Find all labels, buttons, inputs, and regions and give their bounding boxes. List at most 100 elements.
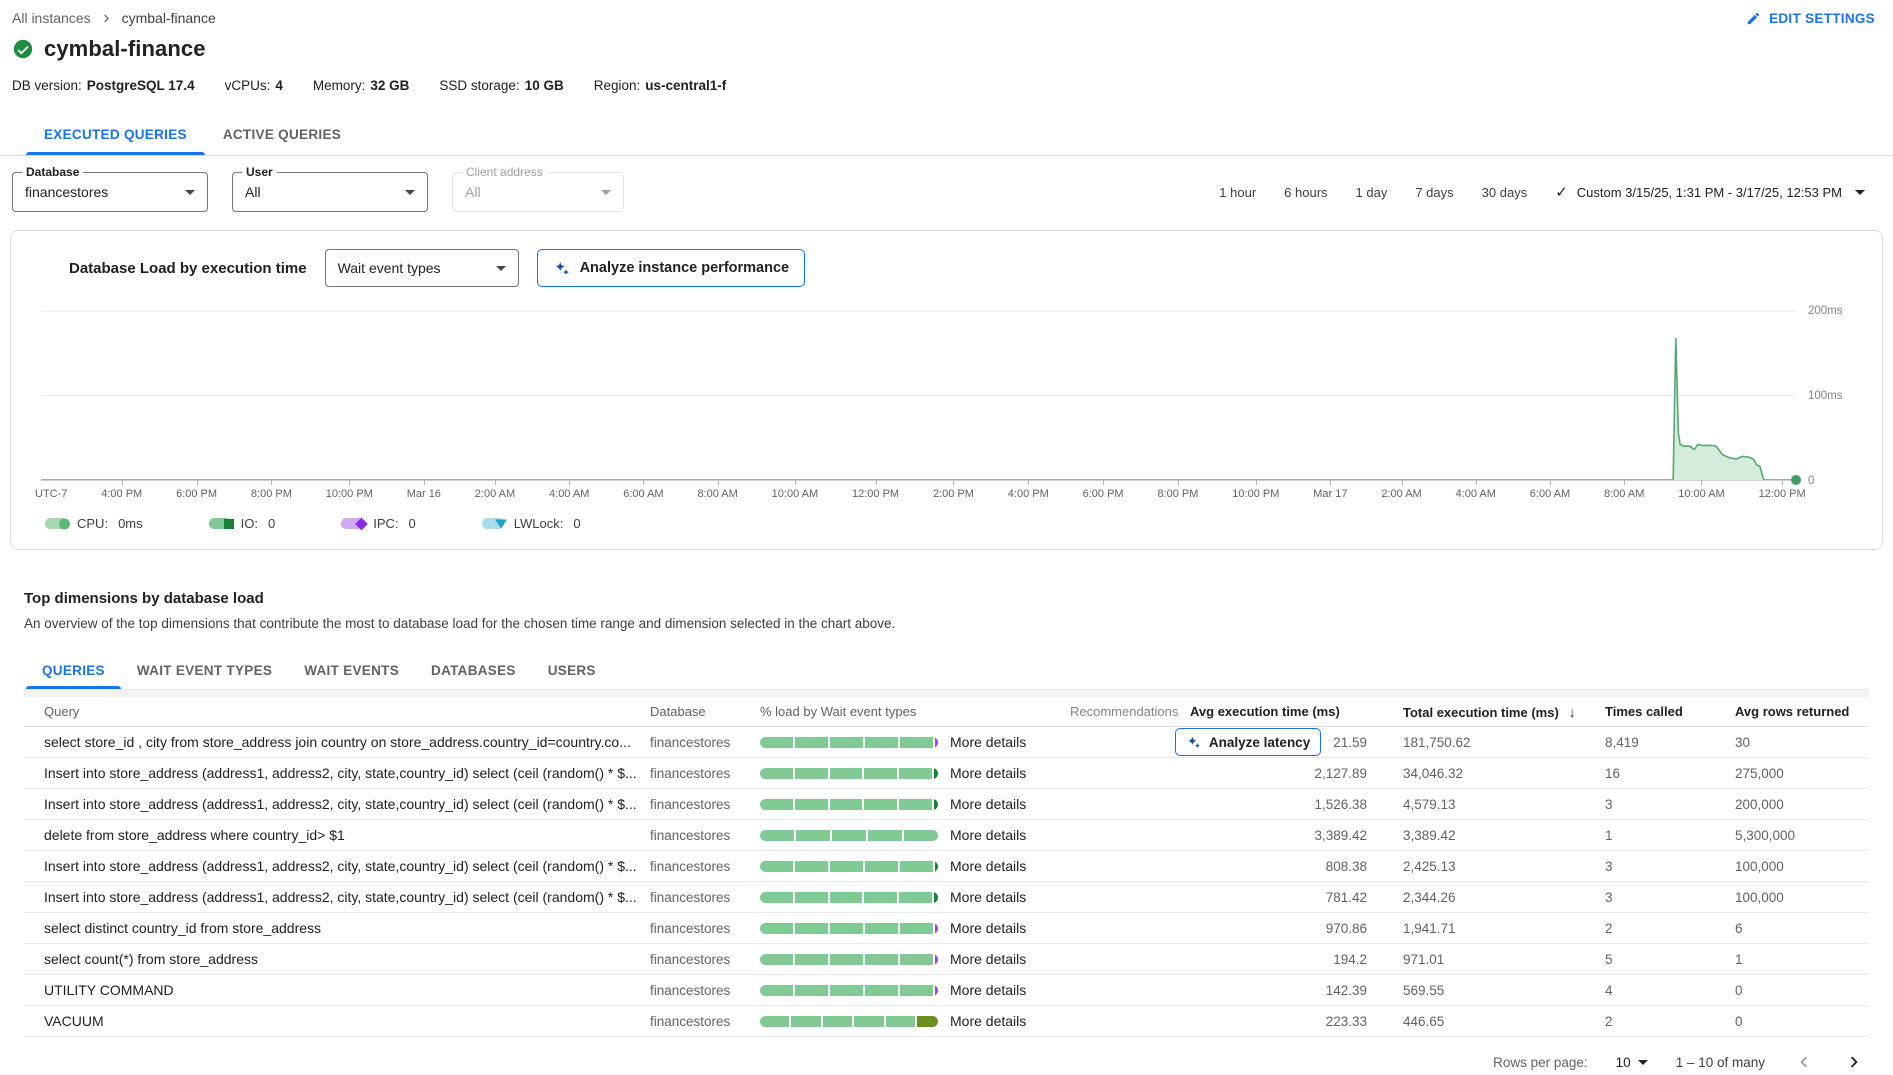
load-bar-end-segment (935, 985, 938, 996)
load-chart-plot[interactable]: 200ms 100ms 0 (41, 301, 1796, 481)
query-cell[interactable]: Insert into store_address (address1, add… (24, 858, 650, 874)
page-title: cymbal-finance (44, 36, 206, 62)
load-bar-segment (791, 1016, 820, 1027)
more-details-link[interactable]: More details (950, 920, 1070, 936)
time-range-option-6-hours[interactable]: 6 hours (1284, 185, 1327, 200)
analyze-instance-performance-button[interactable]: Analyze instance performance (537, 249, 806, 287)
avg-execution-value: 1,526.38 (1314, 797, 1367, 812)
avg-execution-cell: 808.38 (1190, 859, 1395, 874)
table-row: select store_id , city from store_addres… (24, 727, 1869, 758)
more-details-link[interactable]: More details (950, 827, 1070, 843)
query-cell[interactable]: Insert into store_address (address1, add… (24, 796, 650, 812)
previous-page-button[interactable] (1793, 1051, 1815, 1073)
edit-settings-label: EDIT SETTINGS (1769, 11, 1875, 26)
load-bar-end-segment (935, 861, 938, 872)
query-cell[interactable]: UTILITY COMMAND (24, 982, 650, 998)
time-range-options: 1 hour 6 hours 1 day 7 days 30 days (1219, 185, 1527, 200)
load-bar-cell (760, 954, 950, 965)
query-cell[interactable]: Insert into store_address (address1, add… (24, 889, 650, 905)
load-area-chart[interactable] (41, 301, 1796, 480)
column-header-avg-rows-returned: Avg rows returned (1725, 704, 1869, 719)
times-called-value: 16 (1595, 766, 1725, 781)
query-cell[interactable]: delete from store_address where country_… (24, 827, 650, 843)
tab-active-queries[interactable]: ACTIVE QUERIES (205, 113, 359, 155)
more-details-link[interactable]: More details (950, 982, 1070, 998)
chevron-right-icon (99, 11, 114, 26)
more-details-link[interactable]: More details (950, 951, 1070, 967)
query-cell[interactable]: VACUUM (24, 1013, 650, 1029)
avg-execution-value: 2,127.89 (1314, 766, 1367, 781)
more-details-link[interactable]: More details (950, 858, 1070, 874)
query-cell[interactable]: select store_id , city from store_addres… (24, 734, 650, 750)
client-address-filter-label: Client address (462, 165, 547, 179)
avg-rows-returned-value: 275,000 (1725, 766, 1869, 781)
tab-executed-queries[interactable]: EXECUTED QUERIES (26, 113, 205, 155)
load-bar-segment (760, 768, 793, 779)
load-bar-end-segment (934, 768, 938, 779)
wait-event-load-bar (760, 892, 938, 903)
user-filter-value: All (245, 184, 261, 200)
analyze-latency-button[interactable]: Analyze latency (1175, 728, 1321, 756)
meta-label: vCPUs: (225, 78, 271, 93)
user-filter-dropdown[interactable]: User All (232, 172, 428, 212)
legend-value: 0 (409, 516, 416, 531)
edit-settings-button[interactable]: EDIT SETTINGS (1746, 11, 1875, 26)
dimension-tabs: QUERIESWAIT EVENT TYPESWAIT EVENTSDATABA… (24, 651, 1869, 690)
more-details-link[interactable]: More details (950, 1013, 1070, 1029)
dropdown-caret-icon (185, 190, 195, 195)
x-axis-label: Mar 16 (407, 488, 441, 500)
analyze-latency-label: Analyze latency (1209, 735, 1310, 750)
load-bar-end-segment (917, 1016, 938, 1027)
query-cell[interactable]: select distinct country_id from store_ad… (24, 920, 650, 936)
breadcrumb-all-instances[interactable]: All instances (12, 10, 91, 26)
time-range-custom[interactable]: ✓ Custom 3/15/25, 1:31 PM - 3/17/25, 12:… (1555, 183, 1865, 201)
query-cell[interactable]: select count(*) from store_address (24, 951, 650, 967)
load-bar-cell (760, 830, 950, 841)
instance-status-ok-icon (12, 38, 34, 60)
more-details-link[interactable]: More details (950, 765, 1070, 781)
more-details-link[interactable]: More details (950, 889, 1070, 905)
times-called-value: 2 (1595, 921, 1725, 936)
breadcrumb-current: cymbal-finance (122, 10, 216, 26)
load-bar-segment (795, 768, 828, 779)
more-details-link[interactable]: More details (950, 734, 1070, 750)
total-execution-value: 971.01 (1395, 952, 1595, 967)
more-details-link[interactable]: More details (950, 796, 1070, 812)
total-execution-value: 4,579.13 (1395, 797, 1595, 812)
chart-dimension-dropdown[interactable]: Wait event types (325, 249, 519, 287)
load-bar-segment (865, 737, 898, 748)
load-bar-segment (899, 799, 932, 810)
avg-execution-value: 808.38 (1326, 859, 1367, 874)
time-range-option-1-hour[interactable]: 1 hour (1219, 185, 1256, 200)
load-bar-segment (865, 861, 898, 872)
database-filter-dropdown[interactable]: Database financestores (12, 172, 208, 212)
rows-per-page-dropdown[interactable]: 10 (1616, 1055, 1648, 1070)
time-range-option-1-day[interactable]: 1 day (1356, 185, 1388, 200)
time-range-option-30-days[interactable]: 30 days (1482, 185, 1528, 200)
check-icon: ✓ (1555, 183, 1568, 201)
dim-tab-wait-events[interactable]: WAIT EVENTS (288, 651, 415, 689)
y-axis-tick: 0 (1808, 475, 1814, 487)
meta-value: 10 GB (525, 78, 564, 93)
dim-tab-queries[interactable]: QUERIES (26, 651, 121, 689)
time-range-option-7-days[interactable]: 7 days (1415, 185, 1453, 200)
x-axis-label: 6:00 AM (623, 488, 663, 500)
load-bar-segment (864, 799, 897, 810)
pagination: Rows per page: 10 1 – 10 of many (24, 1051, 1869, 1073)
x-axis-label: 2:00 AM (475, 488, 515, 500)
y-axis-tick: 100ms (1808, 390, 1843, 402)
next-page-button[interactable] (1843, 1051, 1865, 1073)
dim-tab-users[interactable]: USERS (532, 651, 612, 689)
query-cell[interactable]: Insert into store_address (address1, add… (24, 765, 650, 781)
avg-rows-returned-value: 100,000 (1725, 859, 1869, 874)
sort-descending-icon[interactable]: ↓ (1569, 704, 1576, 720)
database-load-card: Database Load by execution time Wait eve… (10, 230, 1883, 550)
dim-tab-databases[interactable]: DATABASES (415, 651, 532, 689)
load-bar-segment (899, 768, 932, 779)
load-bar-segment (830, 892, 863, 903)
dim-tab-wait-event-types[interactable]: WAIT EVENT TYPES (121, 651, 288, 689)
avg-execution-value: 142.39 (1326, 983, 1367, 998)
load-bar-cell (760, 737, 950, 748)
x-axis-label: Mar 17 (1313, 488, 1347, 500)
load-bar-segment (796, 830, 830, 841)
